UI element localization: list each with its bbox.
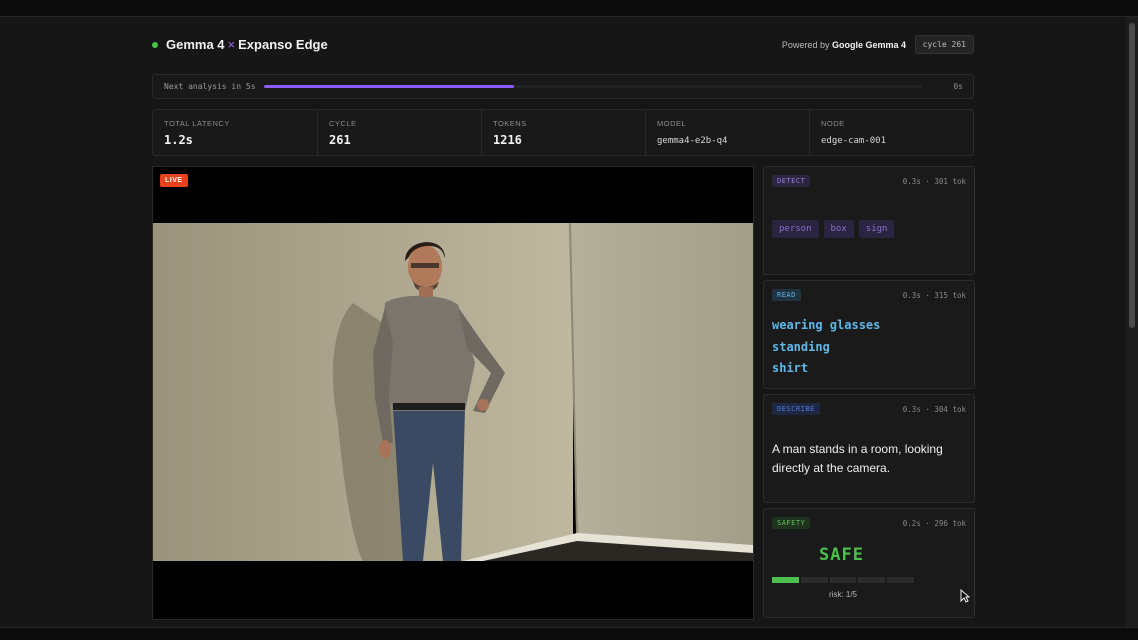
next-analysis-label: Next analysis in 5s xyxy=(164,82,256,91)
next-analysis-bar: Next analysis in 5s 0s xyxy=(152,74,974,99)
stat-model: Model gemma4-e2b-q4 xyxy=(645,110,810,155)
stat-label: Tokens xyxy=(493,119,527,128)
describe-tag: DESCRIBE xyxy=(772,403,820,415)
safety-meta: 0.2s · 296 tok xyxy=(902,519,966,528)
detect-chip: box xyxy=(823,220,854,238)
mouse-cursor-icon xyxy=(960,589,970,603)
stat-value: gemma4-e2b-q4 xyxy=(657,136,728,146)
cycle-badge: cycle 261 xyxy=(914,35,974,54)
camera-frame-image xyxy=(153,223,753,561)
stat-label: Cycle xyxy=(329,119,357,128)
powered-prefix: Powered by xyxy=(781,40,830,50)
scrollbar-thumb[interactable] xyxy=(1129,23,1135,328)
status-dot-icon xyxy=(152,42,158,48)
page-scrollbar[interactable] xyxy=(1126,17,1138,627)
read-item: shirt xyxy=(772,361,809,375)
read-tag: READ xyxy=(772,289,801,301)
risk-segment xyxy=(858,577,886,583)
read-list: wearing glasses standing shirt xyxy=(772,315,880,380)
describe-meta: 0.3s · 304 tok xyxy=(902,405,966,414)
read-meta: 0.3s · 315 tok xyxy=(902,291,966,300)
detect-chip: sign xyxy=(858,220,895,238)
read-item: wearing glasses xyxy=(772,318,881,332)
safety-status: SAFE xyxy=(819,545,864,565)
detect-chips: person box sign xyxy=(772,220,895,238)
describe-text: A man stands in a room, looking directly… xyxy=(772,442,943,475)
camera-frame xyxy=(153,223,753,561)
detect-chip: person xyxy=(772,220,819,238)
risk-label: risk: 1/5 xyxy=(829,590,858,599)
safety-card: SAFETY 0.2s · 296 tok SAFE risk: 1/5 xyxy=(763,508,975,618)
stats-panel: Total latency 1.2s Cycle 261 Tokens 1216… xyxy=(152,109,974,156)
live-badge: LIVE xyxy=(160,174,188,187)
read-item: standing xyxy=(772,339,830,354)
next-analysis-progress xyxy=(264,85,515,88)
stat-value: 261 xyxy=(329,133,351,147)
stat-label: Model xyxy=(657,119,687,128)
stat-node: Node edge-cam-001 xyxy=(809,110,974,155)
stat-label: Node xyxy=(821,119,845,128)
detect-card: DETECT 0.3s · 301 tok person box sign xyxy=(763,166,975,275)
powered-by: Powered by Google Gemma 4 xyxy=(782,40,906,50)
risk-meter xyxy=(772,577,914,583)
app-title: Gemma 4 × Expanso Edge xyxy=(166,37,328,52)
risk-segment xyxy=(772,577,799,583)
stat-cycle: Cycle 261 xyxy=(317,110,482,155)
stat-value: 1216 xyxy=(493,133,522,147)
stat-value: edge-cam-001 xyxy=(821,136,887,146)
brand-gemma: Gemma 4 xyxy=(166,37,225,52)
risk-segment xyxy=(800,577,828,583)
describe-card: DESCRIBE 0.3s · 304 tok A man stands in … xyxy=(763,394,975,503)
detect-meta: 0.3s · 301 tok xyxy=(902,177,966,186)
brand-expanso: Expanso Edge xyxy=(238,37,328,52)
brand-separator: × xyxy=(227,37,236,52)
app-header: Gemma 4 × Expanso Edge Powered by Google G… xyxy=(152,35,974,57)
detect-tag: DETECT xyxy=(772,175,811,187)
app-window: Gemma 4 × Expanso Edge Powered by Google G… xyxy=(0,16,1138,628)
stat-tokens: Tokens 1216 xyxy=(481,110,646,155)
camera-feed: LIVE xyxy=(152,166,754,620)
next-analysis-end: 0s xyxy=(953,82,963,91)
stat-value: 1.2s xyxy=(164,133,193,147)
powered-name: Google Gemma 4 xyxy=(831,40,906,50)
next-analysis-track xyxy=(264,85,922,88)
read-card: READ 0.3s · 315 tok wearing glasses stan… xyxy=(763,280,975,389)
stat-total-latency: Total latency 1.2s xyxy=(153,110,317,155)
stat-label: Total latency xyxy=(164,119,230,128)
risk-segment xyxy=(887,577,914,583)
safety-tag: SAFETY xyxy=(772,517,811,529)
risk-segment xyxy=(829,577,857,583)
